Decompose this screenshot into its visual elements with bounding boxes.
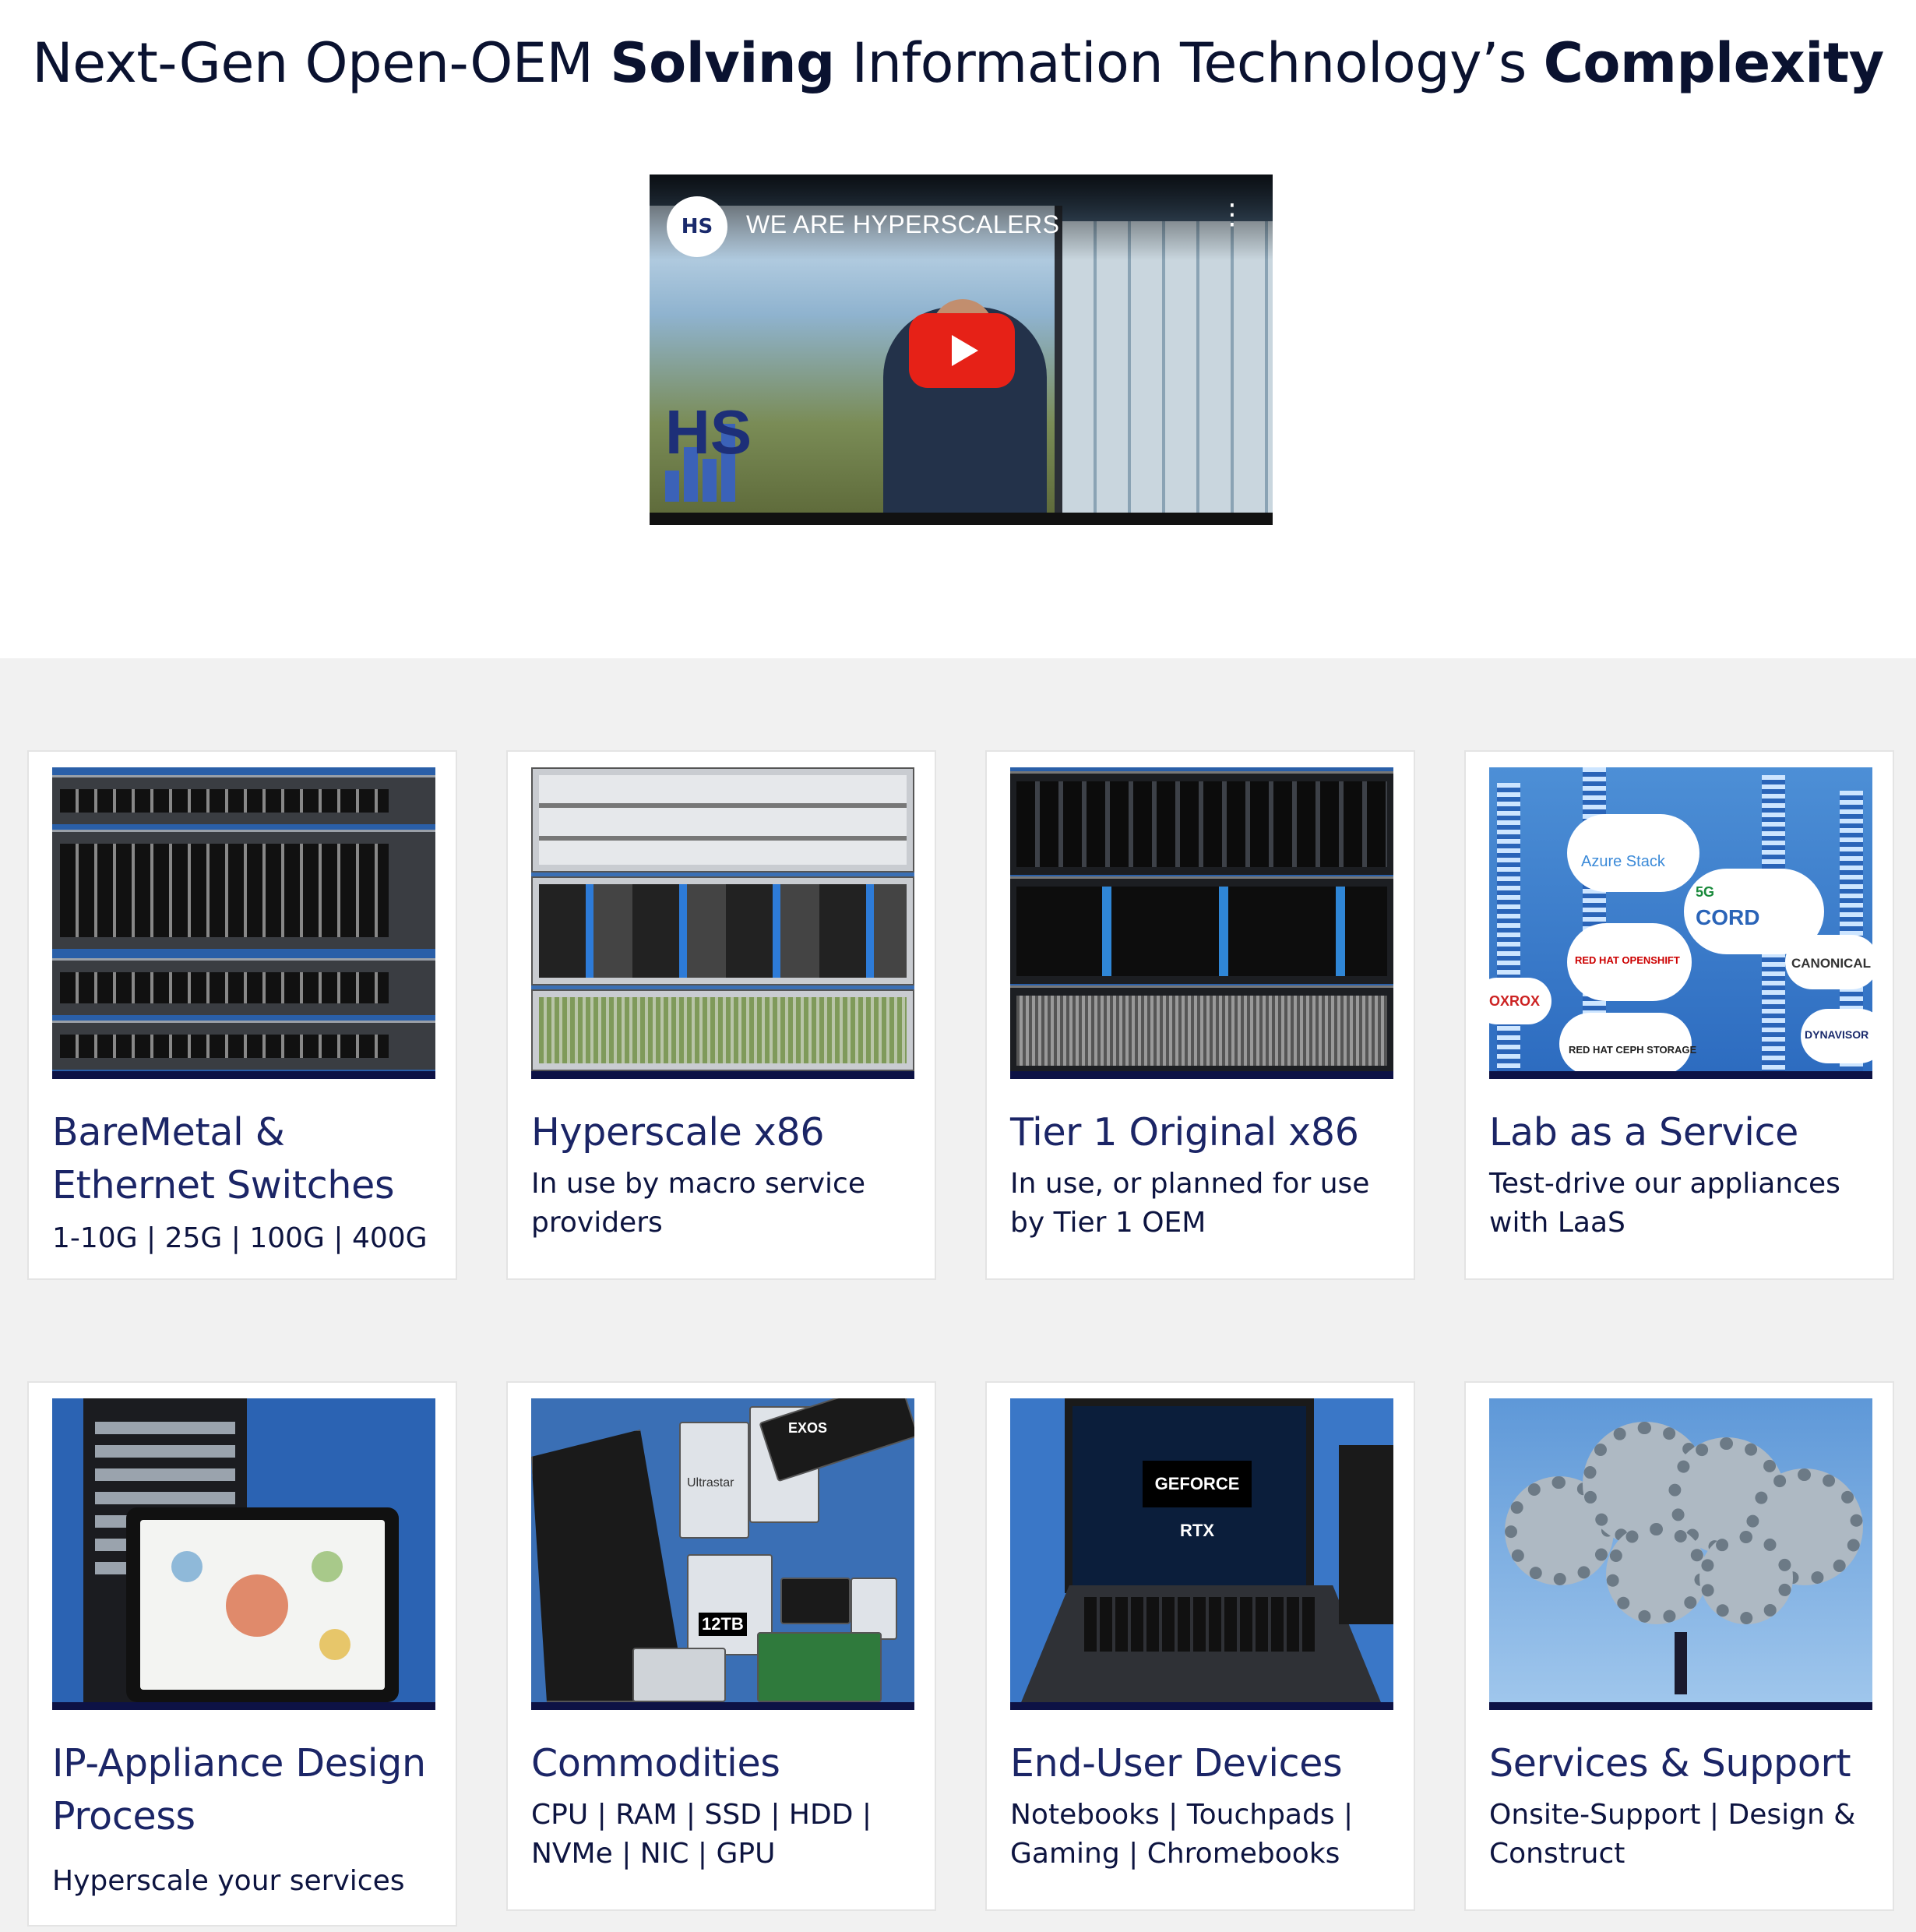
card-title[interactable]: Services & Support <box>1489 1737 1879 1790</box>
card-subtitle: Notebooks | Touchpads | Gaming | Chromeb… <box>1010 1799 1354 1870</box>
video-bottom-bar <box>650 513 1273 525</box>
card-services-support[interactable]: Services & Support Onsite-Support | Desi… <box>1464 1381 1894 1911</box>
kebab-menu-icon[interactable]: ⋮ <box>1218 201 1246 244</box>
ultrastar-label: Ultrastar <box>687 1476 734 1490</box>
openshift-label: RED HAT OPENSHIFT <box>1575 954 1680 966</box>
card-title[interactable]: Tier 1 Original x86 <box>1010 1106 1400 1159</box>
card-title[interactable]: End-User Devices <box>1010 1737 1400 1790</box>
card-title[interactable]: Hyperscale x86 <box>531 1106 921 1159</box>
channel-logo[interactable]: HS <box>667 196 727 257</box>
5g-label: 5G <box>1696 884 1715 900</box>
gaming-laptop-image: GEFORCE RTX <box>1010 1398 1393 1710</box>
headline-bold-complexity: Complexity <box>1543 31 1885 95</box>
cloud-platforms-image: Azure Stack CORD 5G RED HAT OPENSHIFT CA… <box>1489 767 1872 1079</box>
dynavisor-label: DYNAVISOR <box>1805 1028 1869 1041</box>
play-button[interactable] <box>909 313 1015 388</box>
network-switches-image <box>52 767 435 1079</box>
azure-stack-label: Azure Stack <box>1581 853 1665 870</box>
card-title[interactable]: IP-Appliance Design Process <box>52 1737 442 1843</box>
card-title[interactable]: Commodities <box>531 1737 921 1790</box>
gears-cloud-image <box>1489 1398 1872 1710</box>
headline-bold-solving: Solving <box>610 31 835 95</box>
card-end-user-devices[interactable]: GEFORCE RTX End-User Devices Notebooks |… <box>985 1381 1415 1911</box>
exos-label: EXOS <box>788 1420 828 1436</box>
play-icon <box>952 335 978 366</box>
video-window-right <box>1062 221 1273 525</box>
card-commodities[interactable]: 12TB Ultrastar EXOS Commodities CPU | RA… <box>506 1381 936 1911</box>
design-tablet-image <box>52 1398 435 1710</box>
page-title: Next-Gen Open-OEM Solving Information Te… <box>0 31 1916 95</box>
canonical-label: CANONICAL <box>1791 956 1871 971</box>
ceph-storage-label: RED HAT CEPH STORAGE <box>1569 1044 1697 1056</box>
card-baremetal-switches[interactable]: BareMetal & Ethernet Switches 1-10G | 25… <box>27 750 457 1280</box>
card-subtitle: CPU | RAM | SSD | HDD | NVMe | NIC | GPU <box>531 1799 872 1870</box>
solutions-grid: BareMetal & Ethernet Switches 1-10G | 25… <box>0 658 1916 1932</box>
card-subtitle: In use, or planned for use by Tier 1 OEM <box>1010 1168 1370 1239</box>
card-lab-as-a-service[interactable]: Azure Stack CORD 5G RED HAT OPENSHIFT CA… <box>1464 750 1894 1280</box>
video-title[interactable]: WE ARE HYPERSCALERS <box>746 210 1060 239</box>
headline-part-1: Next-Gen Open-OEM <box>32 31 611 95</box>
card-subtitle: In use by macro service providers <box>531 1168 865 1239</box>
cord-label: CORD <box>1696 905 1760 929</box>
geforce-rtx-label: GEFORCE RTX <box>1143 1461 1252 1540</box>
card-hyperscale-x86[interactable]: Hyperscale x86 In use by macro service p… <box>506 750 936 1280</box>
card-subtitle: Test-drive our appliances with LaaS <box>1489 1168 1840 1239</box>
headline-part-2: Information Technology’s <box>834 31 1544 95</box>
card-title[interactable]: Lab as a Service <box>1489 1106 1879 1159</box>
hs-watermark: HS <box>665 397 752 467</box>
hyperscale-servers-image <box>531 767 914 1079</box>
card-title[interactable]: BareMetal & Ethernet Switches <box>52 1106 442 1212</box>
hdd-capacity-label: 12TB <box>699 1613 747 1636</box>
oxrox-label: OXROX <box>1489 993 1541 1009</box>
card-tier1-x86[interactable]: Tier 1 Original x86 In use, or planned f… <box>985 750 1415 1280</box>
card-subtitle: 1-10G | 25G | 100G | 400G <box>52 1222 428 1254</box>
card-ip-appliance-design[interactable]: IP-Appliance Design Process Hyperscale y… <box>27 1381 457 1927</box>
hero-section: Next-Gen Open-OEM Solving Information Te… <box>0 0 1916 658</box>
tier1-servers-image <box>1010 767 1393 1079</box>
card-subtitle: Onsite-Support | Design & Construct <box>1489 1799 1856 1870</box>
card-subtitle: Hyperscale your services <box>52 1865 405 1897</box>
hardware-components-image: 12TB Ultrastar EXOS <box>531 1398 914 1710</box>
video-player[interactable]: HS HS WE ARE HYPERSCALERS ⋮ <box>650 175 1273 525</box>
